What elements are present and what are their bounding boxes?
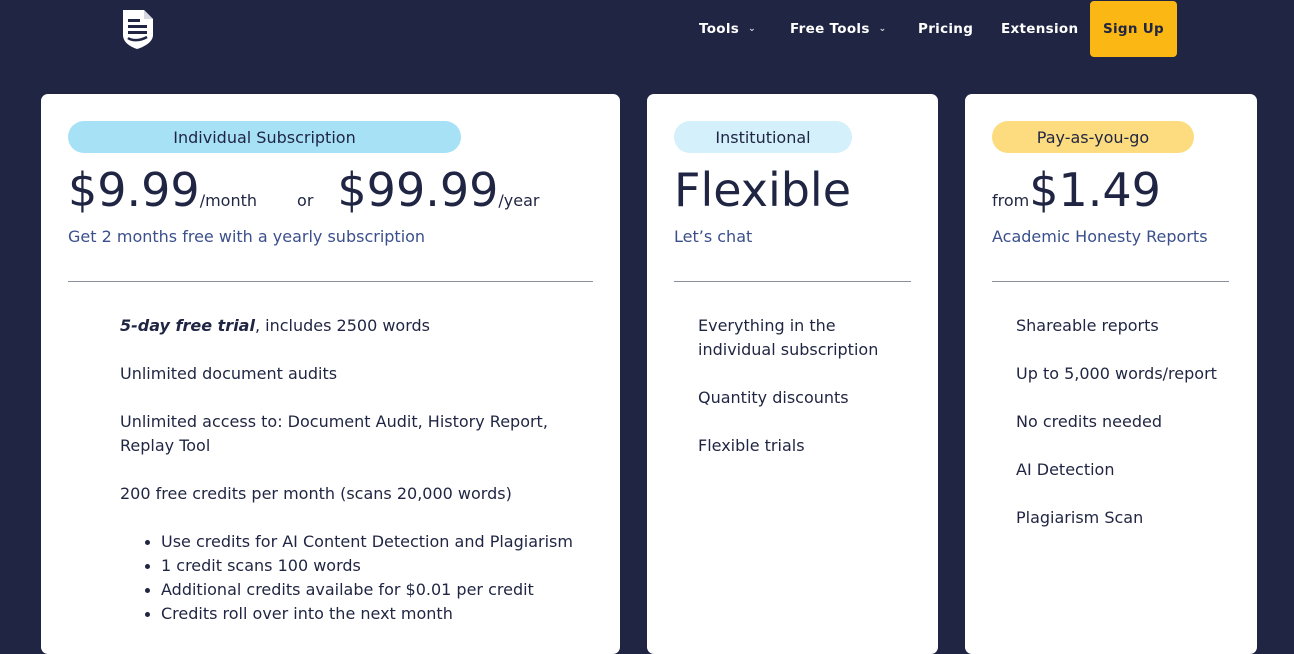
logo[interactable]: [120, 8, 156, 50]
chevron-down-icon: ⌄: [748, 24, 756, 34]
plan-tag-institutional: Institutional: [674, 121, 852, 153]
monthly-unit: /month: [199, 191, 258, 210]
divider: [992, 281, 1229, 282]
sign-up-button[interactable]: Sign Up: [1090, 1, 1177, 57]
list-item: Use credits for AI Content Detection and…: [145, 530, 573, 554]
institutional-plan-card: Institutional Flexible Let’s chat Everyt…: [647, 94, 938, 654]
nav-free-tools[interactable]: Free Tools ⌄: [790, 21, 887, 37]
feature-item: AI Detection: [1016, 460, 1115, 479]
payg-note: Academic Honesty Reports: [992, 227, 1208, 246]
credits-list: Use credits for AI Content Detection and…: [145, 530, 573, 626]
feature-item: No credits needed: [1016, 412, 1162, 431]
feature-item: Up to 5,000 words/report: [1016, 364, 1217, 383]
plan-tag-individual: Individual Subscription: [68, 121, 461, 153]
list-item: 1 credit scans 100 words: [145, 554, 573, 578]
individual-note: Get 2 months free with a yearly subscrip…: [68, 227, 426, 246]
feature-item: Shareable reports: [1016, 316, 1159, 335]
or-text: or: [297, 191, 314, 210]
nav-extension[interactable]: Extension: [1001, 21, 1078, 37]
trial-bold: 5-day free trial: [120, 316, 255, 335]
monthly-price: $9.99: [68, 163, 200, 217]
individual-price: $9.99/month or $99.99/year: [68, 162, 539, 229]
list-item: Credits roll over into the next month: [145, 602, 573, 626]
feature-item: Unlimited access to: Document Audit, His…: [120, 412, 548, 455]
feature-item: Everything in the individual subscriptio…: [698, 316, 879, 359]
list-item: Additional credits availabe for $0.01 pe…: [145, 578, 573, 602]
plan-tag-payg: Pay-as-you-go: [992, 121, 1194, 153]
institutional-note[interactable]: Let’s chat: [674, 227, 752, 246]
feature-trial: 5-day free trial, includes 2500 words: [120, 314, 430, 338]
payg-plan-card: Pay-as-you-go from$1.49 Academic Honesty…: [965, 94, 1257, 654]
feature-item: Quantity discounts: [698, 388, 849, 407]
nav-free-tools-label: Free Tools: [790, 21, 870, 37]
from-text: from: [992, 191, 1030, 210]
yearly-unit: /year: [498, 191, 540, 210]
feature-item: Flexible trials: [698, 436, 805, 455]
document-shield-icon: [123, 10, 153, 49]
payg-amount: $1.49: [1029, 163, 1161, 217]
trial-rest: , includes 2500 words: [254, 316, 430, 335]
nav-pricing[interactable]: Pricing: [918, 21, 973, 37]
nav-tools-label: Tools: [699, 21, 740, 37]
yearly-price: $99.99: [337, 163, 499, 217]
feature-item: 200 free credits per month (scans 20,000…: [120, 484, 512, 503]
chevron-down-icon: ⌄: [878, 24, 887, 34]
divider: [68, 281, 593, 282]
institutional-price: Flexible: [674, 163, 852, 217]
feature-item: Unlimited document audits: [120, 364, 338, 383]
feature-item: Plagiarism Scan: [1016, 508, 1144, 527]
individual-plan-card: Individual Subscription $9.99/month or $99…: [41, 94, 620, 654]
nav-tools[interactable]: Tools ⌄: [699, 21, 756, 37]
payg-price: from$1.49: [992, 162, 1161, 229]
divider: [674, 281, 911, 282]
